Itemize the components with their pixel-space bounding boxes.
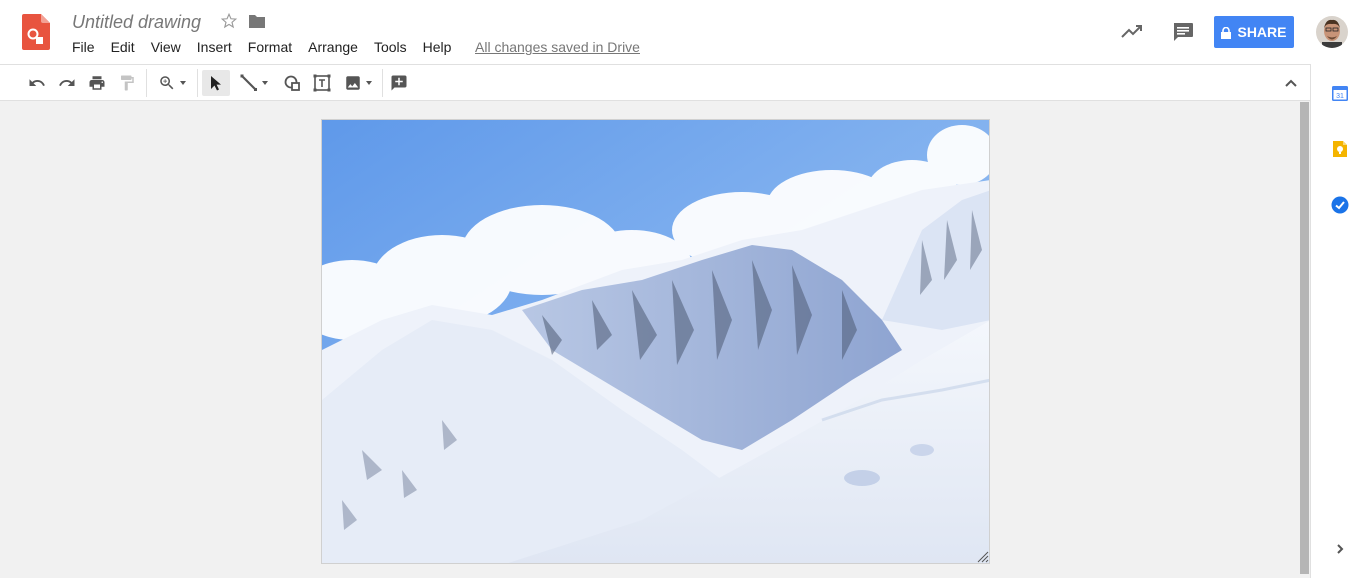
drawings-logo-icon[interactable] bbox=[22, 14, 50, 50]
toolbar bbox=[0, 64, 1310, 101]
paint-format-icon[interactable] bbox=[116, 70, 138, 96]
line-icon[interactable] bbox=[236, 70, 272, 96]
svg-text:31: 31 bbox=[1336, 93, 1344, 100]
menu-help[interactable]: Help bbox=[415, 37, 460, 57]
menu-format[interactable]: Format bbox=[240, 37, 300, 57]
header: Untitled drawing File Edit View Insert F… bbox=[0, 0, 1366, 64]
redo-icon[interactable] bbox=[56, 70, 78, 96]
canvas-area[interactable] bbox=[0, 101, 1299, 578]
folder-icon[interactable] bbox=[248, 13, 266, 29]
document-title[interactable]: Untitled drawing bbox=[72, 10, 201, 34]
vertical-scrollbar-thumb[interactable] bbox=[1300, 102, 1309, 574]
star-icon[interactable] bbox=[220, 12, 238, 30]
menu-view[interactable]: View bbox=[143, 37, 189, 57]
toolbar-divider bbox=[197, 69, 198, 97]
menu-insert[interactable]: Insert bbox=[189, 37, 240, 57]
tasks-icon[interactable] bbox=[1331, 196, 1349, 214]
comments-icon[interactable] bbox=[1172, 22, 1194, 42]
menu-bar: File Edit View Insert Format Arrange Too… bbox=[64, 37, 459, 57]
save-status-link[interactable]: All changes saved in Drive bbox=[475, 37, 640, 57]
share-label: SHARE bbox=[1237, 24, 1287, 40]
activity-trend-icon[interactable] bbox=[1121, 22, 1143, 42]
keep-icon[interactable] bbox=[1331, 140, 1349, 158]
menu-file[interactable]: File bbox=[64, 37, 103, 57]
select-arrow-icon[interactable] bbox=[202, 70, 230, 96]
lock-icon bbox=[1221, 26, 1232, 39]
avatar[interactable] bbox=[1316, 16, 1348, 48]
drawings-app: Untitled drawing File Edit View Insert F… bbox=[0, 0, 1366, 578]
mountain-image[interactable] bbox=[322, 120, 990, 564]
expand-chevron-icon[interactable] bbox=[1331, 540, 1349, 558]
calendar-icon[interactable]: 31 bbox=[1331, 84, 1349, 102]
menu-tools[interactable]: Tools bbox=[366, 37, 415, 57]
print-icon[interactable] bbox=[86, 70, 108, 96]
share-button[interactable]: SHARE bbox=[1214, 16, 1294, 48]
menu-edit[interactable]: Edit bbox=[103, 37, 143, 57]
image-icon[interactable] bbox=[340, 70, 376, 96]
drawing-page[interactable] bbox=[321, 119, 990, 564]
zoom-icon[interactable] bbox=[154, 70, 190, 96]
toolbar-divider bbox=[146, 69, 147, 97]
collapse-chevron-icon[interactable] bbox=[1280, 70, 1302, 96]
toolbar-divider bbox=[382, 69, 383, 97]
undo-icon[interactable] bbox=[26, 70, 48, 96]
shape-icon[interactable] bbox=[281, 70, 303, 96]
side-panel: 31 bbox=[1310, 64, 1366, 578]
text-box-icon[interactable] bbox=[311, 70, 333, 96]
add-comment-icon[interactable] bbox=[388, 70, 410, 96]
menu-arrange[interactable]: Arrange bbox=[300, 37, 366, 57]
